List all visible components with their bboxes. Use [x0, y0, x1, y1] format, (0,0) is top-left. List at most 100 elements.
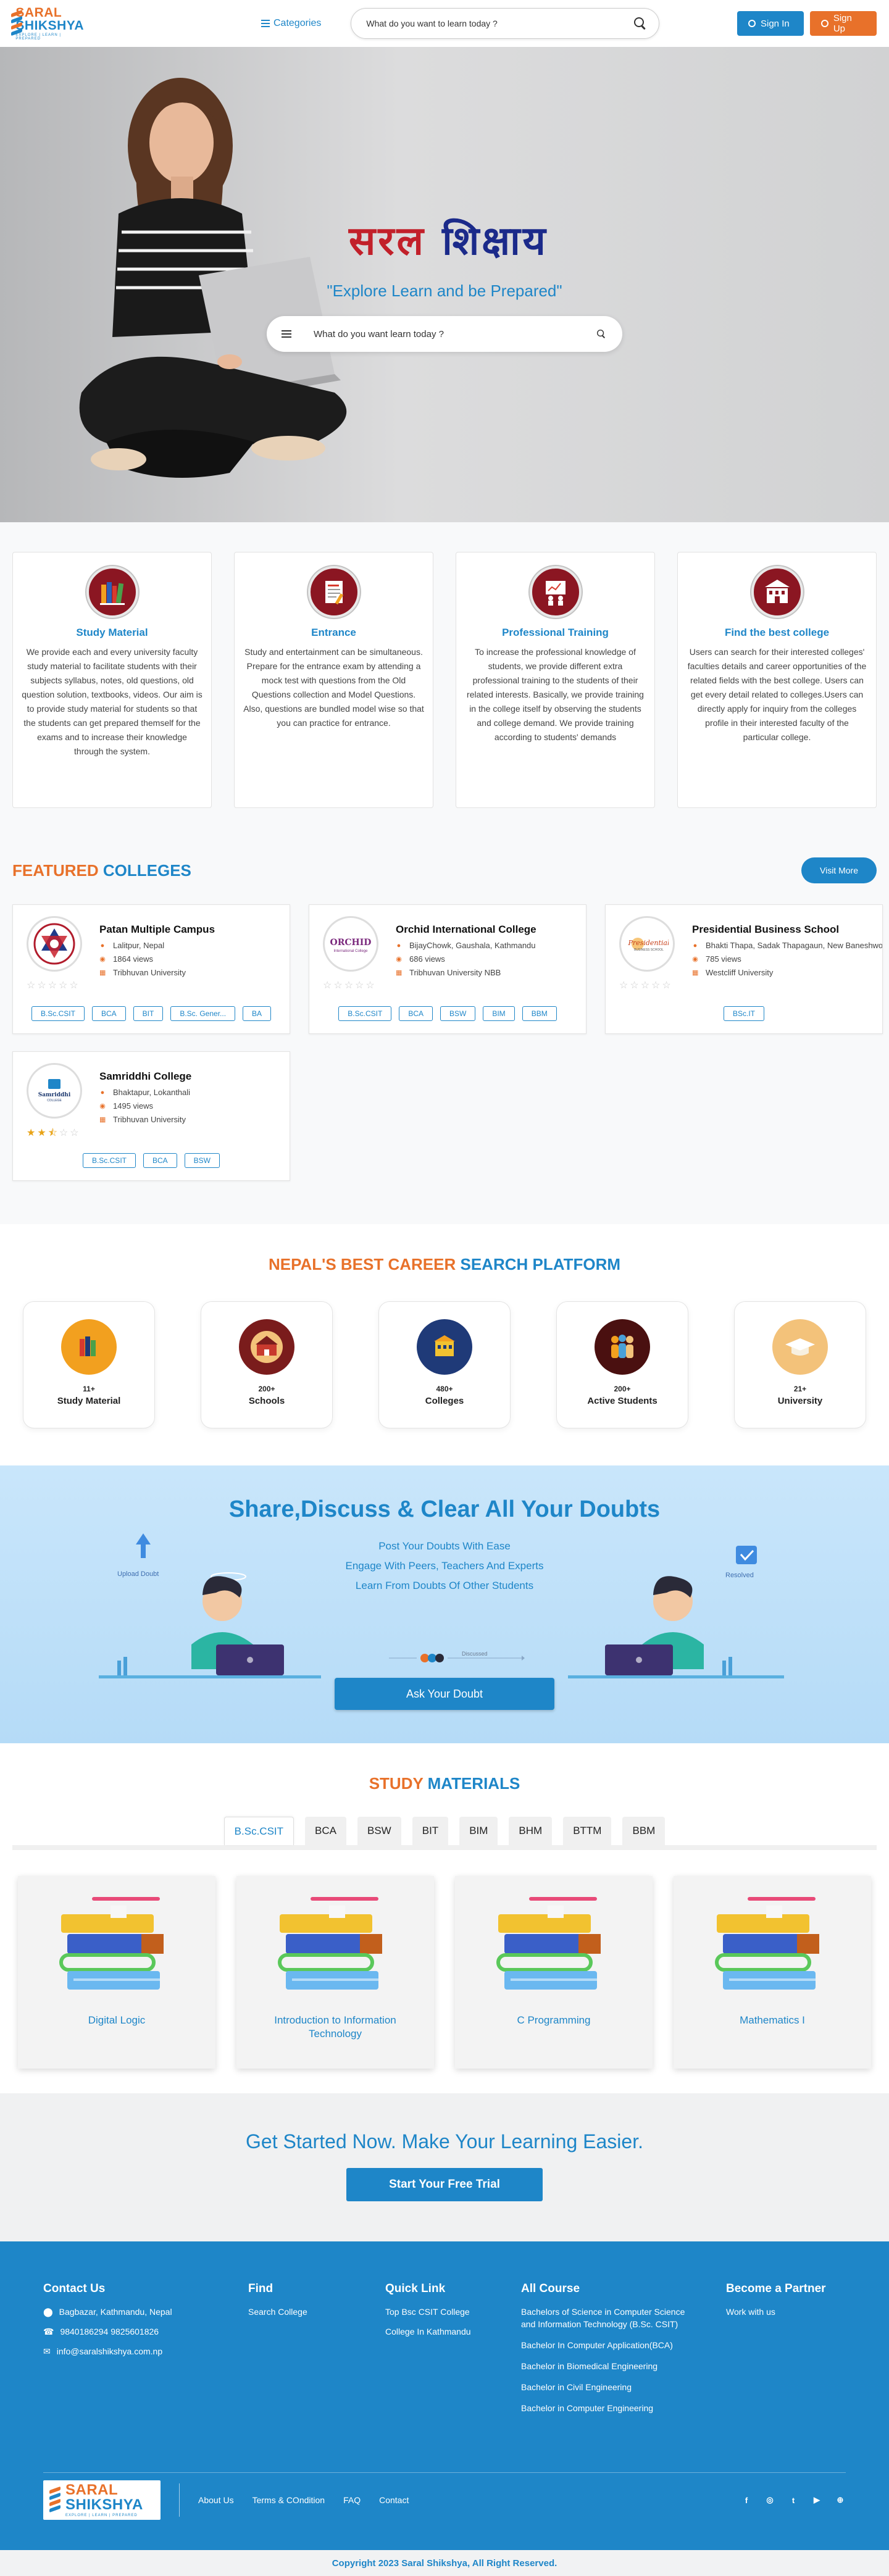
footer-link[interactable]: Bachelor in Computer Engineering — [521, 2402, 688, 2414]
material-card[interactable]: Digital Logic — [18, 1876, 215, 2069]
stat-number: 480+ — [436, 1385, 453, 1393]
twitter-icon[interactable]: t — [788, 2495, 799, 2506]
youtube-icon[interactable]: ▶ — [811, 2495, 822, 2506]
globe-icon[interactable]: ⊕ — [835, 2495, 846, 2506]
ask-doubt-button[interactable]: Ask Your Doubt — [335, 1678, 554, 1710]
discussed-label: Discussed — [462, 1651, 488, 1657]
rating-stars: ☆☆☆☆☆ — [27, 980, 80, 991]
college-card[interactable]: ORCHID International College Orchid Inter… — [309, 904, 586, 1034]
footer-phone[interactable]: ☎ 9840186294 9825601826 — [43, 2325, 248, 2338]
signup-button[interactable]: Sign Up — [810, 11, 877, 36]
course-tag[interactable]: BBM — [522, 1006, 557, 1021]
location-pin-icon: ● — [693, 941, 698, 949]
stat-active-students: 200+ Active Students — [556, 1301, 688, 1428]
footer-link[interactable]: Top Bsc CSIT College — [385, 2306, 521, 2318]
tab-bhm[interactable]: BHM — [509, 1817, 553, 1845]
books-icon — [86, 566, 138, 618]
footer-terms-link[interactable]: Terms & COndition — [253, 2495, 325, 2505]
footer-link[interactable]: Bachelor in Biomedical Engineering — [521, 2360, 688, 2372]
college-name[interactable]: Presidential Business School — [692, 923, 882, 936]
material-card[interactable]: Mathematics I — [674, 1876, 871, 2069]
college-card[interactable]: Samriddhi COLLEGE Samriddhi College ● Bhak… — [12, 1051, 290, 1181]
college-icon — [417, 1319, 472, 1375]
material-title[interactable]: Introduction to Information Technology — [236, 2014, 434, 2041]
categories-label: Categories — [273, 18, 322, 28]
footer-logo[interactable]: SARAL SHIKSHYA EXPLORE | LEARN | PREPARE… — [43, 2480, 161, 2520]
feature-card-find-college: Find the best college Users can search f… — [677, 552, 877, 808]
tab-bit[interactable]: BIT — [412, 1817, 449, 1845]
college-card[interactable]: Presidential BUSINESS SCHOOL Presidential… — [605, 904, 883, 1034]
categories-menu[interactable]: Categories — [261, 18, 321, 29]
footer-link[interactable]: Search College — [248, 2306, 385, 2318]
material-title[interactable]: Digital Logic — [18, 2014, 215, 2027]
tab-bttm[interactable]: BTTM — [563, 1817, 612, 1845]
footer-link[interactable]: Bachelors of Science in Computer Science… — [521, 2306, 688, 2330]
free-trial-button[interactable]: Start Your Free Trial — [346, 2168, 543, 2201]
facebook-icon[interactable]: f — [741, 2495, 752, 2506]
hero-search-icon[interactable] — [597, 330, 606, 338]
footer-link[interactable]: College In Kathmandu — [385, 2325, 521, 2338]
course-tag[interactable]: B.Sc.CSIT — [338, 1006, 392, 1021]
course-tag[interactable]: BCA — [91, 1006, 126, 1021]
course-tag[interactable]: BIM — [483, 1006, 515, 1021]
footer-heading: Become a Partner — [726, 2282, 826, 2295]
footer-link[interactable]: Work with us — [726, 2306, 837, 2318]
college-name[interactable]: Samriddhi College — [99, 1070, 191, 1083]
header-search-input[interactable] — [366, 19, 635, 28]
course-tag[interactable]: BA — [243, 1006, 272, 1021]
course-tabs: B.Sc.CSIT BCA BSW BIT BIM BHM BTTM BBM — [12, 1817, 877, 1850]
tab-bbm[interactable]: BBM — [622, 1817, 666, 1845]
feature-text: To increase the professional knowledge o… — [467, 647, 644, 742]
doubts-title: Share,Discuss & Clear All Your Doubts — [228, 1496, 661, 1522]
hero-search-input[interactable] — [314, 328, 595, 340]
tab-bca[interactable]: BCA — [305, 1817, 346, 1845]
material-card[interactable]: Introduction to Information Technology — [236, 1876, 434, 2069]
tab-bim[interactable]: BIM — [459, 1817, 498, 1845]
course-tag[interactable]: BSc.IT — [723, 1006, 764, 1021]
visit-more-button[interactable]: Visit More — [801, 857, 877, 883]
footer-faq-link[interactable]: FAQ — [343, 2495, 361, 2505]
svg-text:Presidential: Presidential — [628, 939, 669, 947]
course-tag[interactable]: BSW — [440, 1006, 476, 1021]
footer-heading: Quick Link — [385, 2282, 446, 2295]
hero-title-part2: शिक्षाय — [442, 218, 548, 264]
course-tag[interactable]: B.Sc.CSIT — [31, 1006, 85, 1021]
instagram-icon[interactable]: ◎ — [764, 2495, 775, 2506]
books-stack-icon — [278, 1897, 382, 1990]
course-tag[interactable]: BIT — [133, 1006, 164, 1021]
material-card[interactable]: C Programming — [455, 1876, 653, 2069]
upload-doubt-label: Upload Doubt — [117, 1570, 159, 1578]
logo-line1: SARAL — [15, 6, 62, 20]
footer-contact-link[interactable]: Contact — [379, 2495, 409, 2505]
course-tag[interactable]: BCA — [143, 1153, 177, 1168]
college-location: ● BijayChowk, Gaushala, Kathmandu — [396, 941, 536, 950]
building-icon: ▦ — [692, 969, 699, 977]
material-title[interactable]: Mathematics I — [674, 2014, 871, 2027]
college-name[interactable]: Orchid International College — [396, 923, 536, 936]
building-icon: ▦ — [396, 969, 403, 977]
college-card[interactable]: Patan Multiple Campus ● Lalitpur, Nepal ◉… — [12, 904, 290, 1034]
footer-partner: Become a Partner Work with us — [726, 2282, 837, 2423]
footer-link[interactable]: Bachelor in Civil Engineering — [521, 2381, 688, 2393]
college-university: ▦ Tribhuvan University — [99, 1115, 186, 1124]
stat-number: 21+ — [793, 1385, 807, 1393]
material-title[interactable]: C Programming — [455, 2014, 653, 2027]
course-tag[interactable]: B.Sc. Gener... — [170, 1006, 236, 1021]
footer-link[interactable]: Bachelor In Computer Application(BCA) — [521, 2339, 688, 2351]
search-icon[interactable] — [634, 17, 646, 30]
tab-bsw[interactable]: BSW — [357, 1817, 401, 1845]
site-logo[interactable]: SARAL SHIKSHYA EXPLORE | LEARN | PREPARE… — [11, 6, 84, 41]
course-tag[interactable]: B.Sc.CSIT — [82, 1153, 136, 1168]
school-icon — [239, 1319, 294, 1375]
course-tag[interactable]: BCA — [399, 1006, 433, 1021]
footer-about-link[interactable]: About Us — [198, 2495, 234, 2505]
footer-heading: Contact Us — [43, 2282, 106, 2295]
hero-menu-icon[interactable] — [282, 330, 291, 338]
footer-email[interactable]: ✉ info@saralshikshya.com.np — [43, 2345, 248, 2357]
course-tag[interactable]: BSW — [184, 1153, 220, 1168]
tab-bsc-csit[interactable]: B.Sc.CSIT — [223, 1817, 294, 1845]
signin-button[interactable]: Sign In — [737, 11, 804, 36]
featured-colleges-title: FEATURED COLLEGES — [12, 861, 191, 880]
hero-title: सरल शिक्षाय — [349, 212, 548, 266]
college-name[interactable]: Patan Multiple Campus — [99, 923, 215, 936]
